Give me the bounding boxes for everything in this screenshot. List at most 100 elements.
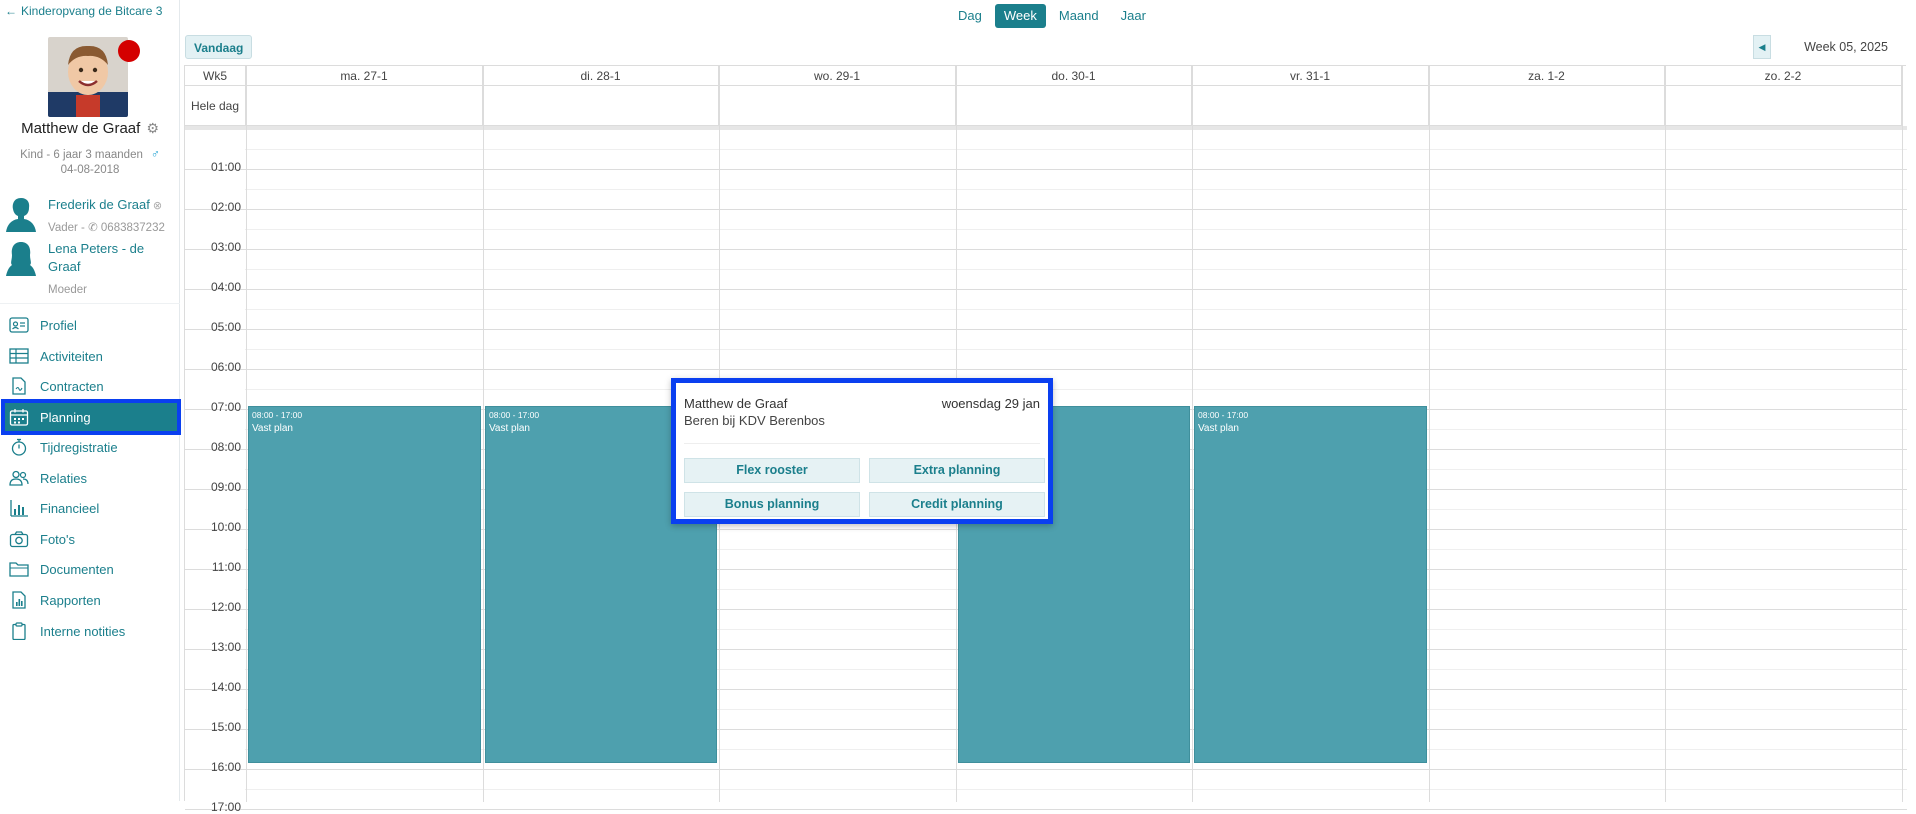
hour-row[interactable]: 01:00 xyxy=(185,130,1907,174)
sidebar-item-label[interactable]: Planning xyxy=(40,410,91,425)
planning-event[interactable]: 08:00 - 17:00 Vast plan xyxy=(1194,406,1427,763)
view-week-button[interactable]: Week xyxy=(994,4,1046,28)
status-dot xyxy=(118,40,140,62)
parent-name-text[interactable]: Frederik de Graaf xyxy=(48,197,150,212)
sidebar-item-profiel[interactable]: Profiel xyxy=(4,310,178,340)
sidebar-item-fotos[interactable]: Foto's xyxy=(4,524,178,554)
unlink-icon[interactable]: ⊗ xyxy=(153,200,162,212)
report-icon xyxy=(8,590,30,610)
calendar-icon xyxy=(8,407,30,427)
parent-name-line1[interactable]: Lena Peters - de xyxy=(48,240,144,258)
half-hour-line xyxy=(245,229,1907,230)
hour-row[interactable]: 04:00 xyxy=(185,250,1907,294)
sidebar-item-relaties[interactable]: Relaties xyxy=(4,463,178,493)
column-divider xyxy=(483,66,484,802)
half-hour-line xyxy=(245,349,1907,350)
hour-row[interactable]: 17:00 xyxy=(185,770,1907,814)
column-divider xyxy=(1429,66,1430,802)
day-header[interactable]: do. 30-1 xyxy=(956,66,1192,86)
parent-name[interactable]: Frederik de Graaf ⊗ xyxy=(48,196,162,215)
back-link-label: Kinderopvang de Bitcare 3 xyxy=(21,4,163,18)
phone-icon: ✆ xyxy=(88,222,101,234)
child-meta: Kind - 6 jaar 3 maanden ♂ xyxy=(0,147,180,161)
today-button[interactable]: Vandaag xyxy=(185,35,253,59)
day-header[interactable]: wo. 29-1 xyxy=(719,66,956,86)
document-icon xyxy=(8,376,30,396)
allday-cell[interactable] xyxy=(956,86,1192,126)
allday-cell[interactable] xyxy=(1429,86,1665,126)
female-avatar-icon xyxy=(6,242,36,276)
child-photo xyxy=(48,37,128,117)
people-icon xyxy=(8,468,30,488)
gear-icon[interactable]: ⚙ xyxy=(146,120,159,136)
sidebar-item-planning[interactable]: Planning xyxy=(1,399,181,435)
table-icon xyxy=(8,346,30,366)
event-time: 08:00 - 17:00 xyxy=(252,410,303,420)
view-month-button[interactable]: Maand xyxy=(1050,4,1108,28)
credit-planning-button[interactable]: Credit planning xyxy=(869,492,1045,517)
sidebar-item-label[interactable]: Documenten xyxy=(40,562,114,577)
sidebar-item-label[interactable]: Tijdregistratie xyxy=(40,440,118,455)
male-avatar-icon xyxy=(6,198,36,232)
day-header[interactable]: ma. 27-1 xyxy=(246,66,483,86)
column-divider xyxy=(1902,66,1903,802)
extra-planning-button[interactable]: Extra planning xyxy=(869,458,1045,483)
profile-card-icon xyxy=(8,315,30,335)
hour-row[interactable]: 05:00 xyxy=(185,290,1907,334)
child-name: Matthew de Graaf ⚙ xyxy=(0,120,180,137)
back-link[interactable]: ← Kinderopvang de Bitcare 3 xyxy=(5,4,162,18)
planning-event[interactable]: 08:00 - 17:00 Vast plan xyxy=(248,406,481,763)
sidebar-item-interne-notities[interactable]: Interne notities xyxy=(4,616,178,646)
flex-rooster-button[interactable]: Flex rooster xyxy=(684,458,860,483)
sidebar-item-label[interactable]: Interne notities xyxy=(40,624,125,639)
half-hour-line xyxy=(245,269,1907,270)
week-label: Week 05, 2025 xyxy=(1804,40,1888,54)
child-age: Kind - 6 jaar 3 maanden xyxy=(20,149,143,161)
hour-row[interactable]: 02:00 xyxy=(185,170,1907,214)
sidebar-item-contracten[interactable]: Contracten xyxy=(4,371,178,401)
bonus-planning-button[interactable]: Bonus planning xyxy=(684,492,860,517)
column-divider xyxy=(1665,66,1666,802)
sidebar-item-label[interactable]: Relaties xyxy=(40,471,87,486)
event-time: 08:00 - 17:00 xyxy=(1198,410,1249,420)
allday-cell[interactable] xyxy=(1192,86,1429,126)
sidebar-item-label[interactable]: Activiteiten xyxy=(40,349,103,364)
half-hour-line xyxy=(245,789,1907,790)
allday-cell[interactable] xyxy=(483,86,719,126)
sidebar-item-label[interactable]: Financieel xyxy=(40,501,99,516)
day-header[interactable]: vr. 31-1 xyxy=(1192,66,1429,86)
sidebar-item-tijdregistratie[interactable]: Tijdregistratie xyxy=(4,432,178,462)
week-number: Wk5 xyxy=(185,66,246,86)
popup-date: woensdag 29 jan xyxy=(941,396,1040,411)
arrow-left-icon: ← xyxy=(5,4,17,18)
sidebar-item-rapporten[interactable]: Rapporten xyxy=(4,585,178,615)
hour-row[interactable]: 03:00 xyxy=(185,210,1907,254)
sidebar-item-label[interactable]: Rapporten xyxy=(40,593,101,608)
parent-name-line2[interactable]: Graaf xyxy=(48,258,144,276)
allday-cell[interactable] xyxy=(246,86,483,126)
sidebar-item-financieel[interactable]: Financieel xyxy=(4,493,178,523)
allday-cell[interactable] xyxy=(1665,86,1902,126)
view-day-button[interactable]: Dag xyxy=(949,4,991,28)
clipboard-icon xyxy=(8,621,30,641)
day-header[interactable]: zo. 2-2 xyxy=(1665,66,1902,86)
sidebar-item-documenten[interactable]: Documenten xyxy=(4,554,178,584)
day-header[interactable]: di. 28-1 xyxy=(483,66,719,86)
prev-week-button[interactable]: ◀ xyxy=(1753,35,1771,59)
sidebar-item-label[interactable]: Contracten xyxy=(40,379,104,394)
half-hour-line xyxy=(245,389,1907,390)
allday-cell[interactable] xyxy=(719,86,956,126)
half-hour-line xyxy=(245,189,1907,190)
view-year-button[interactable]: Jaar xyxy=(1112,4,1155,28)
folder-icon xyxy=(8,559,30,579)
sidebar-item-label[interactable]: Foto's xyxy=(40,532,75,547)
hour-row[interactable]: 06:00 xyxy=(185,330,1907,374)
sidebar-item-activiteiten[interactable]: Activiteiten xyxy=(4,341,178,371)
sidebar-item-label[interactable]: Profiel xyxy=(40,318,77,333)
popup-child-name: Matthew de Graaf xyxy=(684,396,788,411)
parent-phone[interactable]: 0683837232 xyxy=(101,222,165,234)
parent-role-text: Vader - xyxy=(48,222,89,234)
view-switch: Dag Week Maand Jaar xyxy=(949,4,1155,28)
day-header[interactable]: za. 1-2 xyxy=(1429,66,1665,86)
parent-name[interactable]: Lena Peters - de Graaf xyxy=(48,240,144,276)
